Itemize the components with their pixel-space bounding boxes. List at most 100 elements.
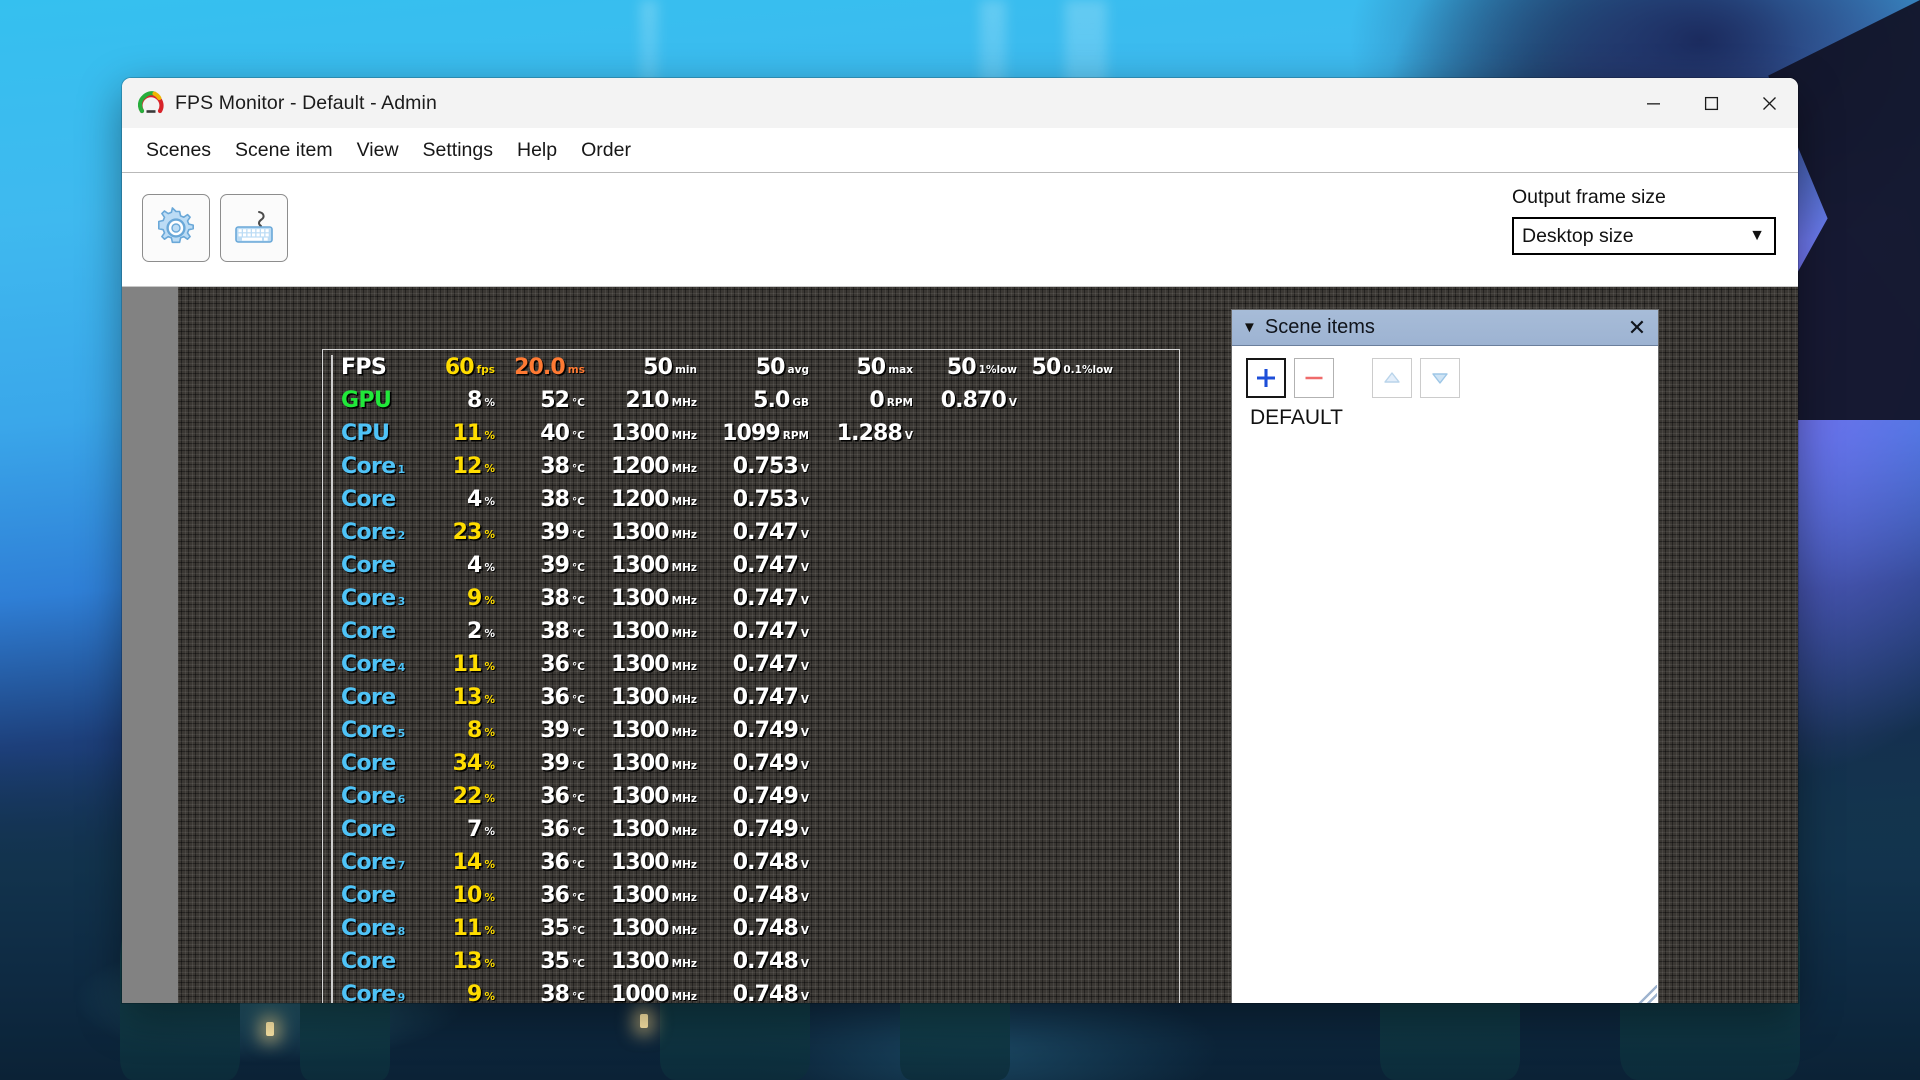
window-controls [1624,78,1798,128]
menu-item-scenes[interactable]: Scenes [134,134,223,167]
minimize-button[interactable] [1624,78,1682,128]
overlay-cell: 38 °C [495,487,585,512]
overlay-cell-value: 36 [540,784,570,809]
overlay-cell-value: 0.747 [732,586,799,611]
overlay-cell: 9% [403,586,495,611]
overlay-cell: 1300 MHz [585,652,697,677]
overlay-cell-value: 0.753 [732,487,799,512]
overlay-cell-value: 11 [452,916,483,941]
overlay-cell-value: 50 [856,355,886,380]
overlay-cell: 0.753 V [697,454,809,479]
overlay-cell-value: 8 [467,388,482,413]
menu-item-scene-item[interactable]: Scene item [223,134,345,167]
overlay-cell-value: 210 [625,388,669,413]
overlay-cell: 1200 MHz [585,454,697,479]
overlay-label-text: Core [341,883,396,908]
overlay-row: Core 9 9% 38 °C 1000 MHz 0.748 V [341,982,1113,1003]
maximize-button[interactable] [1682,78,1740,128]
overlay-cell-value: 8 [467,718,482,743]
overlay-cell-unit: min [674,364,697,376]
overlay-cell-value: 39 [540,718,570,743]
overlay-row-label: Core [341,949,403,974]
overlay-cell-value: 0.748 [732,850,799,875]
overlay-cell-value: 7 [467,817,482,842]
add-scene-item-button[interactable] [1246,358,1286,398]
overlay-row-label: GPU [341,388,403,413]
overlay-cell-value: 1300 [611,421,670,446]
overlay-cell-unit: 0.1%low [1063,364,1113,376]
overlay-cell: 1300 MHz [585,619,697,644]
overlay-cell: 1099 RPM [697,421,809,446]
menu-item-help[interactable]: Help [505,134,569,167]
overlay-cell: 36 °C [495,850,585,875]
overlay-cell: 39 °C [495,520,585,545]
overlay-cell: 50 avg [697,355,809,380]
overlay-cell-value: 0.747 [732,520,799,545]
scene-items-header[interactable]: ▼ Scene items ✕ [1232,310,1658,346]
list-item[interactable]: DEFAULT [1246,404,1347,432]
overlay-cell: 0.748 V [697,916,809,941]
overlay-selection-box[interactable]: FPS 60 fps 20.0 ms 50 min 50 avg 50 max 50 1%low 50 0.… [322,349,1180,1003]
overlay-cell: 38 °C [495,619,585,644]
overlay-cell: 36 °C [495,883,585,908]
overlay-cell-unit: % [484,991,495,1003]
overlay-cell: 36 °C [495,784,585,809]
settings-gear-button[interactable] [142,194,210,262]
overlay-row: Core 2 23% 39 °C 1300 MHz 0.747 V [341,520,1113,553]
overlay-cell-unit: V [800,892,809,904]
minimize-icon [1646,102,1660,104]
overlay-cell-value: 50 [946,355,977,380]
overlay-cell-value: 2 [467,619,482,644]
overlay-cell: 11% [403,652,495,677]
overlay-cell-value: 1099 [722,421,781,446]
overlay-cell: 0.870 V [913,388,1017,413]
menu-item-view[interactable]: View [345,134,411,167]
title-bar[interactable]: FPS Monitor - Default - Admin [122,78,1798,128]
overlay-cell: 0.748 V [697,883,809,908]
resize-grip[interactable] [1635,985,1657,1003]
overlay-cell-value: 0.753 [732,454,799,479]
menu-item-settings[interactable]: Settings [411,134,505,167]
overlay-cell: 38 °C [495,454,585,479]
overlay-label-text: Core [341,850,396,875]
overlay-cell-unit: V [800,859,809,871]
overlay-cell-unit: avg [787,364,809,376]
overlay-cell-unit: °C [572,892,585,904]
overlay-cell-unit: % [484,463,495,475]
overlay-cell: 14% [403,850,495,875]
overlay-cell: 50 1%low [913,355,1017,380]
overlay-row-label: Core 3 [341,586,405,611]
overlay-cell: 13% [403,685,495,710]
menu-item-order[interactable]: Order [569,134,643,167]
close-icon[interactable]: ✕ [1622,313,1652,343]
overlay-label-text: Core [341,817,396,842]
overlay-label-text: Core [341,487,396,512]
move-up-button[interactable] [1372,358,1412,398]
overlay-preview-canvas[interactable]: FPS 60 fps 20.0 ms 50 min 50 avg 50 max 50 1%low 50 0.… [178,287,1798,1003]
overlay-cell: 34% [403,751,495,776]
collapse-triangle-icon[interactable]: ▼ [1242,320,1257,335]
scene-items-list: DEFAULT [1232,398,1658,1003]
overlay-cell-unit: MHz [671,463,697,475]
overlay-cell: 210 MHz [585,388,697,413]
overlay-cell-value: 0.747 [732,685,799,710]
toolbar-button-group [142,194,288,262]
chevron-down-icon: ▼ [1749,227,1765,244]
overlay-cell-unit: RPM [782,430,809,442]
wallpaper-lamp-light [640,1014,648,1028]
hotkeys-button[interactable] [220,194,288,262]
output-frame-size-select[interactable]: Desktop size ▼ [1512,217,1776,255]
overlay-cell-value: 0.747 [732,553,799,578]
overlay-row: Core 5 8% 39 °C 1300 MHz 0.749 V [341,718,1113,751]
overlay-cell: 0.747 V [697,652,809,677]
overlay-cell-value: 0.748 [732,916,799,941]
close-button[interactable] [1740,78,1798,128]
move-down-button[interactable] [1420,358,1460,398]
overlay-cell-unit: V [800,991,809,1003]
overlay-cell-value: 0.748 [732,883,799,908]
overlay-cell: 0.748 V [697,949,809,974]
overlay-label-text: Core [341,586,396,611]
overlay-cell-value: 1.288 [836,421,903,446]
overlay-cell-unit: V [800,463,809,475]
remove-scene-item-button[interactable] [1294,358,1334,398]
